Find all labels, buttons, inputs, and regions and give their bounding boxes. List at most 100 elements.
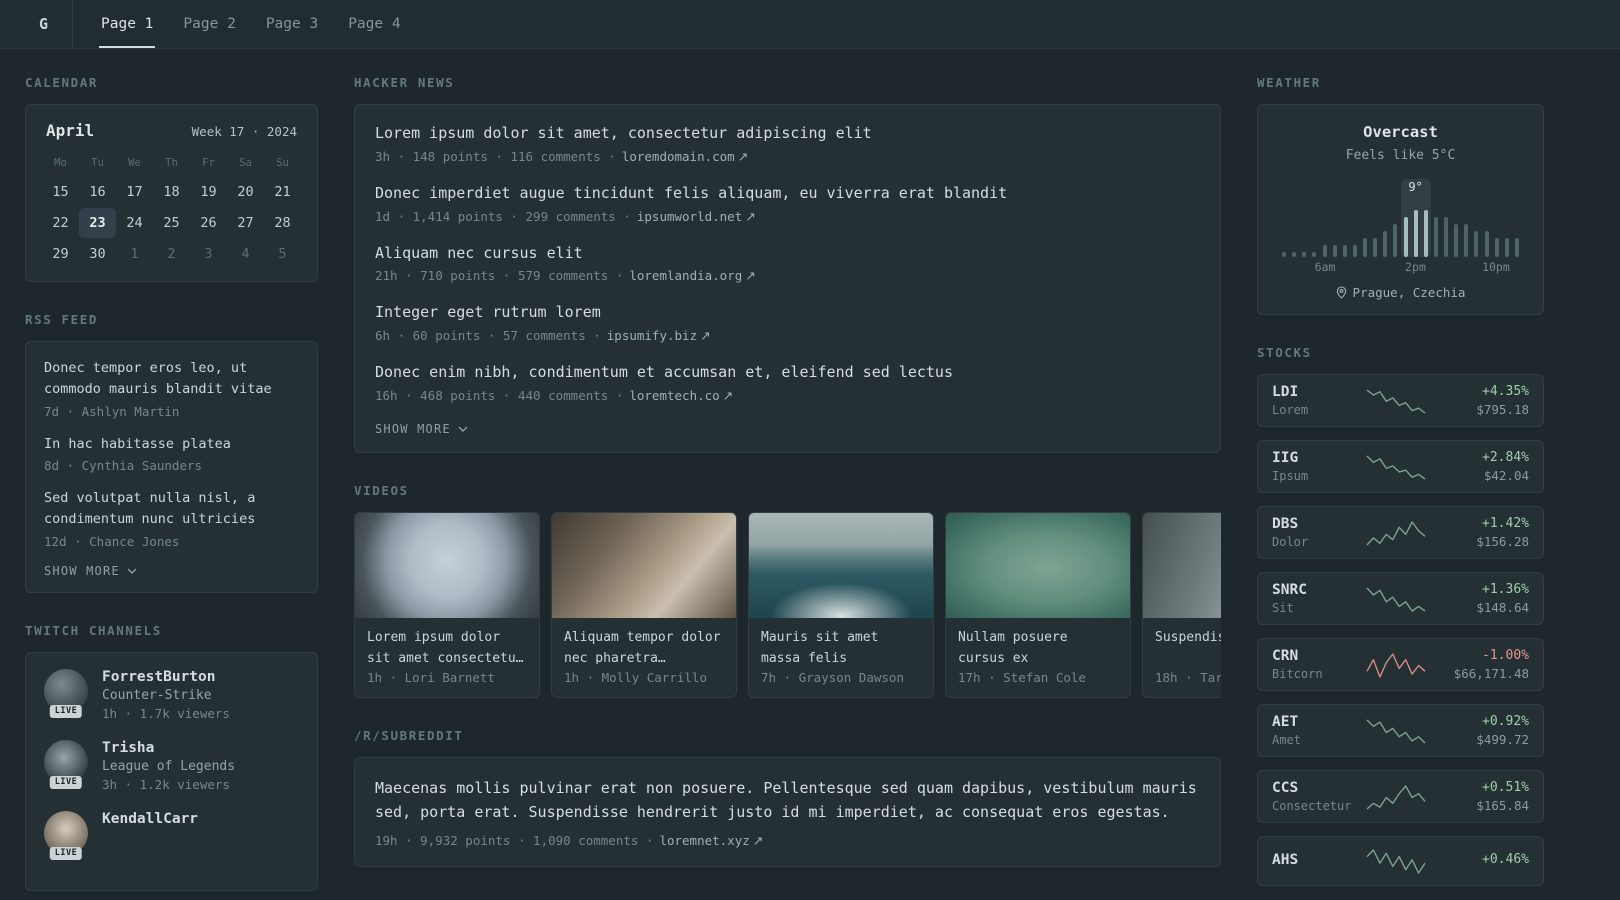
channel-name[interactable]: ForrestBurton bbox=[102, 669, 230, 685]
news-title[interactable]: Donec enim nibh, condimentum et accumsan… bbox=[375, 362, 1200, 384]
tab-page-3[interactable]: Page 3 bbox=[264, 0, 320, 48]
stock-row[interactable]: LDI Lorem +4.35% $795.18 bbox=[1257, 374, 1544, 427]
location-pin-icon bbox=[1336, 286, 1346, 299]
tab-page-2[interactable]: Page 2 bbox=[181, 0, 237, 48]
stock-sparkline bbox=[1366, 784, 1426, 810]
rss-item-title[interactable]: Sed volutpat nulla nisl, a condimentum n… bbox=[44, 488, 299, 531]
hackernews-show-more-button[interactable]: SHOW MORE bbox=[375, 422, 1200, 436]
rss-item[interactable]: In hac habitasse platea 8d · Cynthia Sau… bbox=[44, 434, 299, 473]
stock-price: $156.28 bbox=[1476, 534, 1529, 549]
weather-hour-label: 10pm bbox=[1482, 260, 1510, 274]
rss-item-title[interactable]: In hac habitasse platea bbox=[44, 434, 299, 455]
post-meta: 19h · 9,932 points · 1,090 comments · lor… bbox=[375, 833, 1200, 848]
calendar-day: 25 bbox=[163, 215, 180, 231]
rss-item-title[interactable]: Donec tempor eros leo, ut commodo mauris… bbox=[44, 358, 299, 401]
app-logo[interactable]: G bbox=[25, 0, 72, 48]
channel-game[interactable]: Counter-Strike bbox=[102, 688, 230, 703]
calendar-day: 28 bbox=[274, 215, 291, 231]
twitch-channel[interactable]: LIVE KendallCarr bbox=[44, 810, 299, 860]
news-meta-text: 1d · 1,414 points · 299 comments · bbox=[375, 208, 631, 224]
stock-price: $795.18 bbox=[1476, 402, 1529, 417]
video-title[interactable]: Mauris sit amet massa felis bbox=[749, 618, 933, 664]
news-item[interactable]: Lorem ipsum dolor sit amet, consectetur … bbox=[375, 123, 1200, 164]
video-thumbnail[interactable] bbox=[749, 512, 933, 618]
calendar-day: 5 bbox=[278, 246, 287, 262]
news-domain-link[interactable]: loremtech.co bbox=[629, 388, 719, 403]
news-domain-link[interactable]: loremdomain.com bbox=[622, 149, 735, 164]
stock-change: +2.84% bbox=[1482, 450, 1529, 465]
tab-page-1[interactable]: Page 1 bbox=[99, 0, 156, 48]
weekday-label: Su bbox=[276, 157, 289, 169]
twitch-channel[interactable]: LIVE Trisha League of Legends 3h · 1.2k … bbox=[44, 739, 299, 792]
news-item[interactable]: Aliquam nec cursus elit 21h · 710 points… bbox=[375, 243, 1200, 284]
news-title[interactable]: Integer eget rutrum lorem bbox=[375, 302, 1200, 324]
stock-values: +0.51% $165.84 bbox=[1432, 780, 1529, 813]
stock-row[interactable]: AHS +0.46% bbox=[1257, 836, 1544, 886]
calendar-day: 15 bbox=[52, 184, 69, 200]
hackernews-widget: HACKER NEWS Lorem ipsum dolor sit amet, … bbox=[354, 75, 1221, 453]
stock-price: $165.84 bbox=[1476, 798, 1529, 813]
video-title[interactable]: Suspendisse diam bbox=[1143, 618, 1221, 664]
video-title[interactable]: Aliquam tempor dolor nec pharetra… bbox=[552, 618, 736, 664]
twitch-channel[interactable]: LIVE ForrestBurton Counter-Strike 1h · 1… bbox=[44, 668, 299, 721]
news-meta-text: 21h · 710 points · 579 comments · bbox=[375, 268, 624, 284]
news-title[interactable]: Aliquam nec cursus elit bbox=[375, 243, 1200, 265]
stock-id: CRN Bitcorn bbox=[1272, 648, 1360, 681]
stock-price: $42.04 bbox=[1483, 468, 1529, 483]
video-meta: 17h · Stefan Cole bbox=[958, 669, 1086, 685]
stock-row[interactable]: IIG Ipsum +2.84% $42.04 bbox=[1257, 440, 1544, 493]
channel-name[interactable]: Trisha bbox=[102, 740, 235, 756]
video-card[interactable]: Mauris sit amet massa felis 7h · Grayson… bbox=[748, 511, 934, 698]
video-title[interactable]: Lorem ipsum dolor sit amet consectetu… bbox=[355, 618, 539, 664]
stock-symbol[interactable]: CRN bbox=[1272, 648, 1360, 664]
weather-chart-bars bbox=[1280, 205, 1521, 257]
news-domain-link[interactable]: loremlandia.org bbox=[629, 268, 742, 283]
stock-row[interactable]: CCS Consectetur +0.51% $165.84 bbox=[1257, 770, 1544, 823]
stock-symbol[interactable]: AHS bbox=[1272, 852, 1360, 868]
stock-symbol[interactable]: SNRC bbox=[1272, 582, 1360, 598]
stock-row[interactable]: SNRC Sit +1.36% $148.64 bbox=[1257, 572, 1544, 625]
stock-row[interactable]: DBS Dolor +1.42% $156.28 bbox=[1257, 506, 1544, 559]
news-title[interactable]: Lorem ipsum dolor sit amet, consectetur … bbox=[375, 123, 1200, 145]
news-item[interactable]: Integer eget rutrum lorem 6h · 60 points… bbox=[375, 302, 1200, 343]
calendar-day: 26 bbox=[200, 215, 217, 231]
twitch-widget: TWITCH CHANNELS LIVE ForrestBurton Count… bbox=[25, 623, 318, 891]
tab-page-4[interactable]: Page 4 bbox=[346, 0, 402, 48]
video-card[interactable]: Suspendisse diam 18h · Tara bbox=[1142, 511, 1221, 698]
stock-symbol[interactable]: DBS bbox=[1272, 516, 1360, 532]
video-thumbnail[interactable] bbox=[355, 512, 539, 618]
video-card[interactable]: Lorem ipsum dolor sit amet consectetu… 1… bbox=[354, 511, 540, 698]
stock-symbol[interactable]: IIG bbox=[1272, 450, 1360, 466]
stock-row[interactable]: AET Amet +0.92% $499.72 bbox=[1257, 704, 1544, 757]
weather-location[interactable]: Prague, Czechia bbox=[1353, 285, 1466, 300]
news-title[interactable]: Donec imperdiet augue tincidunt felis al… bbox=[375, 183, 1200, 205]
page-content: CALENDAR April Week 17 · 2024 Mo Tu We T… bbox=[0, 49, 1620, 900]
video-thumbnail[interactable] bbox=[552, 512, 736, 618]
weather-location-row[interactable]: Prague, Czechia bbox=[1274, 285, 1527, 300]
post-domain-link[interactable]: loremnet.xyz bbox=[659, 833, 749, 848]
stock-symbol[interactable]: AET bbox=[1272, 714, 1360, 730]
news-item[interactable]: Donec enim nibh, condimentum et accumsan… bbox=[375, 362, 1200, 403]
calendar-section-title: CALENDAR bbox=[25, 75, 99, 90]
video-card[interactable]: Aliquam tempor dolor nec pharetra… 1h · … bbox=[551, 511, 737, 698]
channel-name[interactable]: KendallCarr bbox=[102, 811, 198, 827]
external-link-icon: ↗ bbox=[722, 387, 734, 403]
channel-game[interactable]: League of Legends bbox=[102, 759, 235, 774]
rss-item-meta: 7d · Ashlyn Martin bbox=[44, 403, 180, 419]
rss-show-more-button[interactable]: SHOW MORE bbox=[44, 564, 299, 578]
news-item[interactable]: Donec imperdiet augue tincidunt felis al… bbox=[375, 183, 1200, 224]
calendar-day: 1 bbox=[130, 246, 139, 262]
news-domain-link[interactable]: ipsumify.biz bbox=[607, 328, 697, 343]
news-meta-text: 3h · 148 points · 116 comments · bbox=[375, 148, 616, 164]
video-thumbnail[interactable] bbox=[946, 512, 1130, 618]
video-title[interactable]: Nullam posuere cursus ex bbox=[946, 618, 1130, 664]
post-title[interactable]: Maecenas mollis pulvinar erat non posuer… bbox=[375, 776, 1200, 824]
rss-item[interactable]: Sed volutpat nulla nisl, a condimentum n… bbox=[44, 488, 299, 549]
video-card[interactable]: Nullam posuere cursus ex 17h · Stefan Co… bbox=[945, 511, 1131, 698]
stock-row[interactable]: CRN Bitcorn -1.00% $66,171.48 bbox=[1257, 638, 1544, 691]
stock-symbol[interactable]: LDI bbox=[1272, 384, 1360, 400]
rss-item[interactable]: Donec tempor eros leo, ut commodo mauris… bbox=[44, 358, 299, 419]
video-thumbnail[interactable] bbox=[1143, 512, 1221, 618]
news-domain-link[interactable]: ipsumworld.net bbox=[637, 209, 742, 224]
stock-symbol[interactable]: CCS bbox=[1272, 780, 1360, 796]
